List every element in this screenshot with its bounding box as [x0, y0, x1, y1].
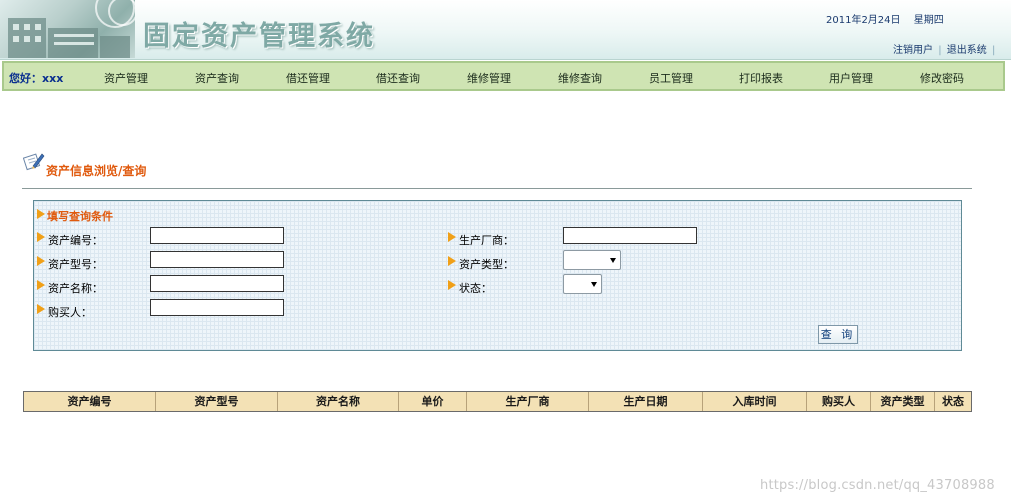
- manufacturer-label: 生产厂商：: [459, 234, 514, 247]
- exit-system-link[interactable]: 退出系统: [947, 45, 987, 56]
- col-storage-time: 入库时间: [703, 392, 807, 411]
- asset-model-input[interactable]: [150, 251, 284, 268]
- arrow-bullet-icon: [37, 304, 46, 314]
- edit-document-icon: [23, 153, 45, 171]
- query-conditions-title: 填写查询条件: [47, 210, 113, 223]
- status-label: 状态：: [459, 282, 492, 295]
- arrow-bullet-icon: [37, 256, 46, 266]
- watermark-url: https://blog.csdn.net/qq_43708988: [760, 478, 995, 493]
- nav-borrow-management[interactable]: 借还管理: [286, 70, 330, 86]
- arrow-bullet-icon: [37, 209, 46, 219]
- buyer-label: 购买人：: [48, 306, 92, 319]
- nav-repair-query[interactable]: 维修查询: [558, 70, 602, 86]
- main-nav: 您好：xxx 资产管理 资产查询 借还管理 借还查询 维修管理 维修查询 员工管…: [2, 61, 1005, 91]
- nav-asset-query[interactable]: 资产查询: [195, 70, 239, 86]
- chevron-down-icon: [591, 282, 597, 287]
- buyer-input[interactable]: [150, 299, 284, 316]
- query-button[interactable]: 查 询: [818, 325, 858, 344]
- nav-user-management[interactable]: 用户管理: [829, 70, 873, 86]
- asset-type-label: 资产类型：: [459, 258, 514, 271]
- chevron-down-icon: [610, 258, 616, 263]
- nav-employee-management[interactable]: 员工管理: [649, 70, 693, 86]
- col-production-date: 生产日期: [589, 392, 703, 411]
- divider: [22, 188, 972, 189]
- col-asset-type: 资产类型: [871, 392, 935, 411]
- asset-model-label: 资产型号：: [48, 258, 103, 271]
- nav-asset-management[interactable]: 资产管理: [104, 70, 148, 86]
- asset-no-input[interactable]: [150, 227, 284, 244]
- user-links: 注销用户 | 退出系统 |: [893, 41, 997, 56]
- app-title: 固定资产管理系统: [143, 21, 375, 52]
- arrow-bullet-icon: [37, 232, 46, 242]
- col-buyer: 购买人: [807, 392, 871, 411]
- app-header: 固定资产管理系统 2011年2月24日 星期四 注销用户 | 退出系统 |: [0, 0, 1011, 60]
- link-separator: |: [938, 45, 942, 56]
- logo-building-image: [0, 0, 135, 58]
- page-title: 资产信息浏览/查询: [46, 164, 147, 178]
- asset-name-label: 资产名称：: [48, 282, 103, 295]
- asset-name-input[interactable]: [150, 275, 284, 292]
- col-status: 状态: [942, 395, 964, 408]
- col-asset-model: 资产型号: [156, 392, 278, 411]
- results-table-header: 资产编号 资产型号 资产名称 单价 生产厂商 生产日期 入库时间 购买人 资产类…: [23, 391, 972, 412]
- col-asset-no: 资产编号: [24, 392, 156, 411]
- col-unit-price: 单价: [399, 392, 467, 411]
- arrow-bullet-icon: [37, 280, 46, 290]
- asset-type-select[interactable]: [563, 250, 621, 270]
- nav-repair-management[interactable]: 维修管理: [467, 70, 511, 86]
- user-greeting: 您好：xxx: [9, 72, 64, 85]
- nav-change-password[interactable]: 修改密码: [920, 70, 964, 86]
- logout-user-link[interactable]: 注销用户: [893, 45, 933, 56]
- col-asset-name: 资产名称: [278, 392, 399, 411]
- arrow-bullet-icon: [448, 280, 457, 290]
- nav-borrow-query[interactable]: 借还查询: [376, 70, 420, 86]
- arrow-bullet-icon: [448, 256, 457, 266]
- current-weekday: 星期四: [913, 15, 944, 26]
- asset-no-label: 资产编号：: [48, 234, 103, 247]
- link-separator: |: [991, 45, 996, 56]
- manufacturer-input[interactable]: [563, 227, 697, 244]
- current-date: 2011年2月24日: [826, 15, 901, 26]
- col-manufacturer: 生产厂商: [467, 392, 589, 411]
- arrow-bullet-icon: [448, 232, 457, 242]
- status-select[interactable]: [563, 274, 602, 294]
- date-display: 2011年2月24日 星期四: [826, 11, 954, 26]
- nav-print-report[interactable]: 打印报表: [739, 70, 783, 86]
